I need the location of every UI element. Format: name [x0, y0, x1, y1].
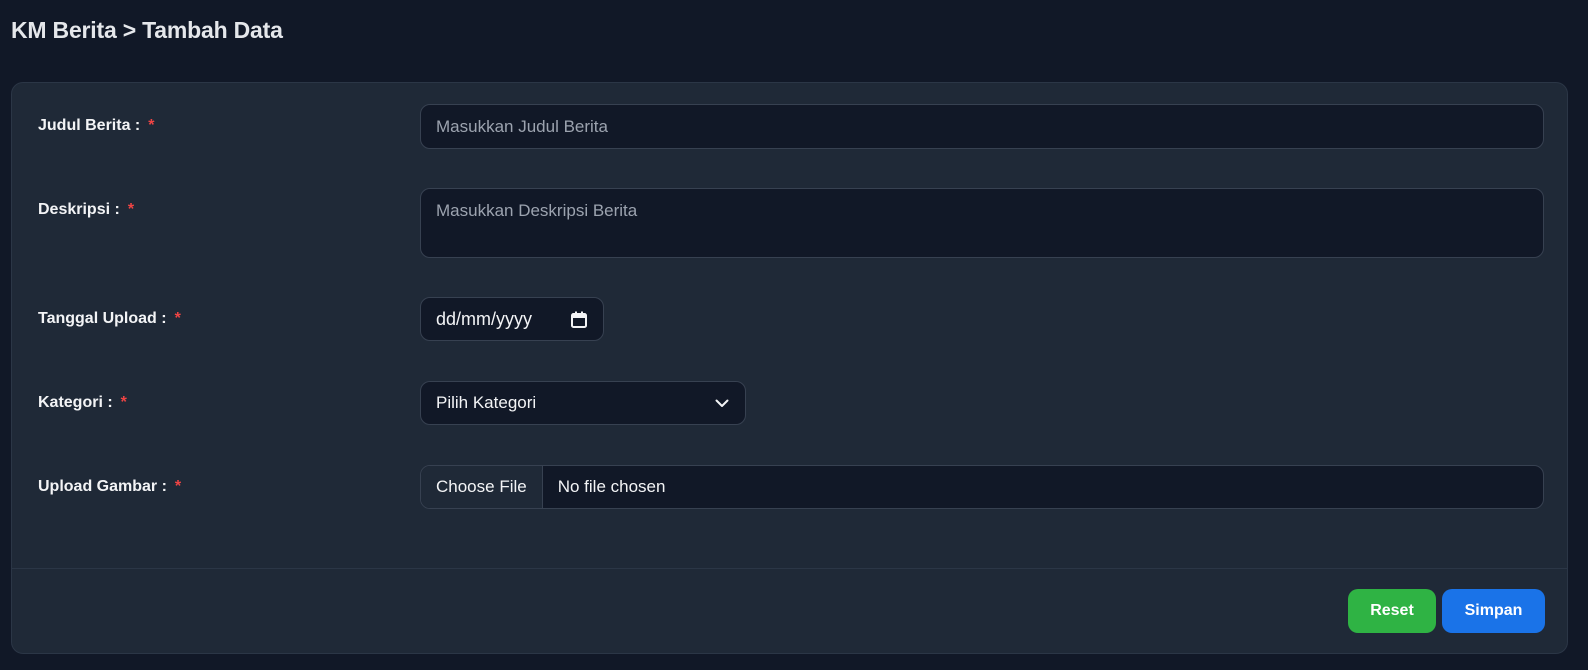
- required-marker: *: [127, 201, 135, 218]
- tanggal-date-input[interactable]: dd/mm/yyyy: [420, 297, 604, 341]
- gambar-label-text: Upload Gambar :: [38, 478, 167, 495]
- file-name-text: No file chosen: [557, 477, 666, 496]
- gambar-file-input[interactable]: Choose File No file chosen: [420, 465, 1544, 509]
- required-marker: *: [174, 310, 181, 327]
- kategori-label-text: Kategori :: [38, 394, 113, 411]
- kategori-select[interactable]: Pilih Kategori: [420, 381, 746, 425]
- calendar-icon[interactable]: [571, 311, 587, 328]
- deskripsi-textarea[interactable]: [420, 188, 1544, 258]
- kategori-label: Kategori : *: [38, 394, 127, 412]
- deskripsi-label-text: Deskripsi :: [38, 201, 120, 218]
- deskripsi-label: Deskripsi : *: [38, 201, 134, 219]
- tanggal-label-text: Tanggal Upload :: [38, 310, 167, 327]
- tanggal-label: Tanggal Upload : *: [38, 310, 181, 328]
- kategori-selected: Pilih Kategori: [436, 393, 537, 412]
- card-footer-divider: [12, 568, 1567, 569]
- page-title: KM Berita > Tambah Data: [11, 17, 283, 43]
- judul-input[interactable]: [420, 104, 1544, 149]
- required-marker: *: [174, 478, 182, 495]
- chevron-down-icon: [715, 399, 729, 408]
- required-marker: *: [148, 117, 155, 134]
- reset-button[interactable]: Reset: [1348, 589, 1436, 633]
- judul-label-text: Judul Berita :: [38, 117, 141, 134]
- form-card: Judul Berita : * Deskripsi : * Tanggal Upl…: [11, 82, 1568, 654]
- choose-file-button[interactable]: Choose File: [421, 466, 543, 508]
- date-value: dd/mm/yyyy: [436, 308, 533, 329]
- judul-label: Judul Berita : *: [38, 117, 154, 135]
- save-button[interactable]: Simpan: [1442, 589, 1545, 633]
- gambar-label: Upload Gambar : *: [38, 478, 181, 496]
- required-marker: *: [120, 394, 127, 411]
